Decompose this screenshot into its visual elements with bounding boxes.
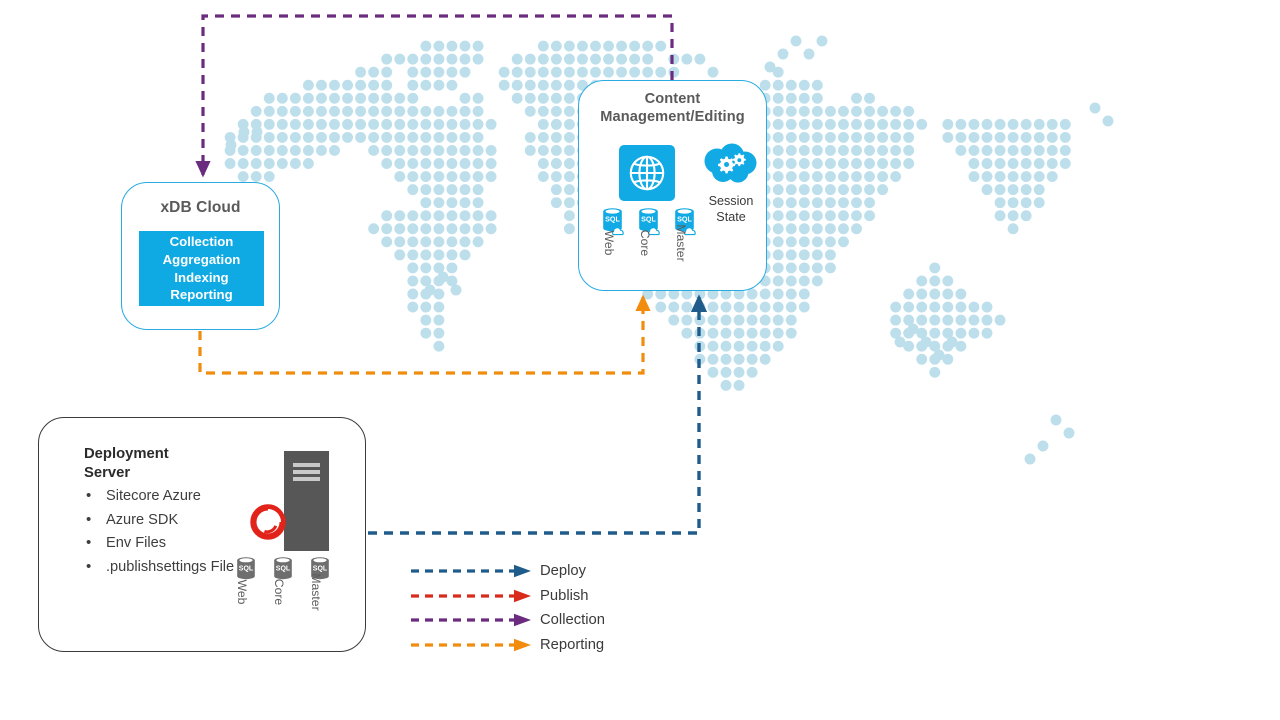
legend-item-collection[interactable]: Collection xyxy=(410,609,640,634)
list-item: Env Files xyxy=(84,531,234,556)
sitecore-logo-icon xyxy=(250,504,286,540)
deployment-server-heading-line2: Server xyxy=(84,465,131,481)
legend-item-deploy[interactable]: Deploy xyxy=(410,560,640,585)
svg-text:SQL: SQL xyxy=(605,215,620,224)
deployment-server-feature-list: Sitecore Azure Azure SDK Env Files .publ… xyxy=(84,484,234,580)
content-management-node[interactable]: Content Management/Editing Session State… xyxy=(578,80,767,291)
svg-text:SQL: SQL xyxy=(641,215,656,224)
content-management-title-line1: Content xyxy=(644,91,701,107)
deployment-server-heading-line1: Deployment xyxy=(84,446,169,462)
legend-arrow-icon xyxy=(411,564,531,578)
list-item: .publishsettings File xyxy=(84,555,234,580)
content-management-title-line2: Management/Editing xyxy=(600,109,745,126)
session-state-label: Session State xyxy=(699,194,763,225)
server-vent-bar xyxy=(293,477,320,481)
database-core[interactable]: SQL Core xyxy=(637,207,664,256)
list-item: Azure SDK xyxy=(84,508,234,533)
legend-arrow-icon xyxy=(411,589,531,602)
database-web[interactable]: SQL Web xyxy=(601,207,628,255)
xdb-capability-reporting: Reporting xyxy=(170,287,233,303)
legend-label: Reporting xyxy=(540,636,605,653)
legend-item-reporting[interactable]: Reporting xyxy=(410,634,640,659)
svg-text:SQL: SQL xyxy=(313,565,328,572)
cloud-gears-icon xyxy=(704,143,757,183)
xdb-capability-collection: Collection xyxy=(169,234,234,250)
database-label: Web xyxy=(234,579,249,605)
connector-deploy xyxy=(368,294,708,535)
server-tower-icon xyxy=(246,451,329,551)
database-master[interactable]: SQL Master xyxy=(673,207,700,262)
legend-item-publish[interactable]: Publish xyxy=(410,585,640,610)
list-item: Sitecore Azure xyxy=(84,484,234,509)
database-label: Core xyxy=(637,229,652,257)
server-chassis xyxy=(284,451,329,551)
database-label: Master xyxy=(673,224,688,262)
session-state-label-line2: State xyxy=(716,209,746,224)
session-state-group[interactable]: Session State xyxy=(699,143,763,225)
globe-icon[interactable] xyxy=(619,145,675,201)
deployment-server-heading: Deployment Server xyxy=(84,445,169,483)
xdb-cloud-node[interactable]: xDB Cloud Collection Aggregation Indexin… xyxy=(121,182,280,330)
svg-text:SQL: SQL xyxy=(677,215,692,224)
legend-arrow-icon xyxy=(411,638,531,651)
xdb-cloud-capabilities-panel: Collection Aggregation Indexing Reportin… xyxy=(139,231,264,306)
xdb-cloud-title: xDB Cloud xyxy=(160,199,241,216)
deployment-server-node[interactable]: Deployment Server Sitecore Azure Azure S… xyxy=(38,417,366,652)
legend-arrow-icon xyxy=(411,613,531,627)
database-label: Web xyxy=(601,230,616,256)
svg-text:SQL: SQL xyxy=(239,565,254,572)
database-label: Master xyxy=(308,573,323,611)
xdb-capability-aggregation: Aggregation xyxy=(162,251,241,267)
deployment-server-database-row: SQL Web SQL Core SQL Master xyxy=(234,556,335,611)
legend-label: Collection xyxy=(540,612,605,628)
legend: Deploy Publish Collection Reporting xyxy=(410,560,640,658)
database-core[interactable]: SQL Core xyxy=(271,556,298,605)
svg-text:SQL: SQL xyxy=(276,565,291,572)
content-management-database-row: SQL Web SQL Core SQL Master xyxy=(601,207,700,262)
database-label: Core xyxy=(271,578,286,606)
diagram-canvas: xDB Cloud Collection Aggregation Indexin… xyxy=(0,0,1280,720)
server-vent-bar xyxy=(293,470,320,474)
database-web[interactable]: SQL Web xyxy=(234,556,261,604)
legend-label: Publish xyxy=(540,587,589,604)
session-state-label-line1: Session xyxy=(708,194,754,208)
content-management-title: Content Management/Editing xyxy=(579,90,766,126)
xdb-capability-indexing: Indexing xyxy=(174,269,229,285)
server-vent-bar xyxy=(293,463,320,467)
database-master[interactable]: SQL Master xyxy=(308,556,335,611)
legend-label: Deploy xyxy=(540,563,587,579)
